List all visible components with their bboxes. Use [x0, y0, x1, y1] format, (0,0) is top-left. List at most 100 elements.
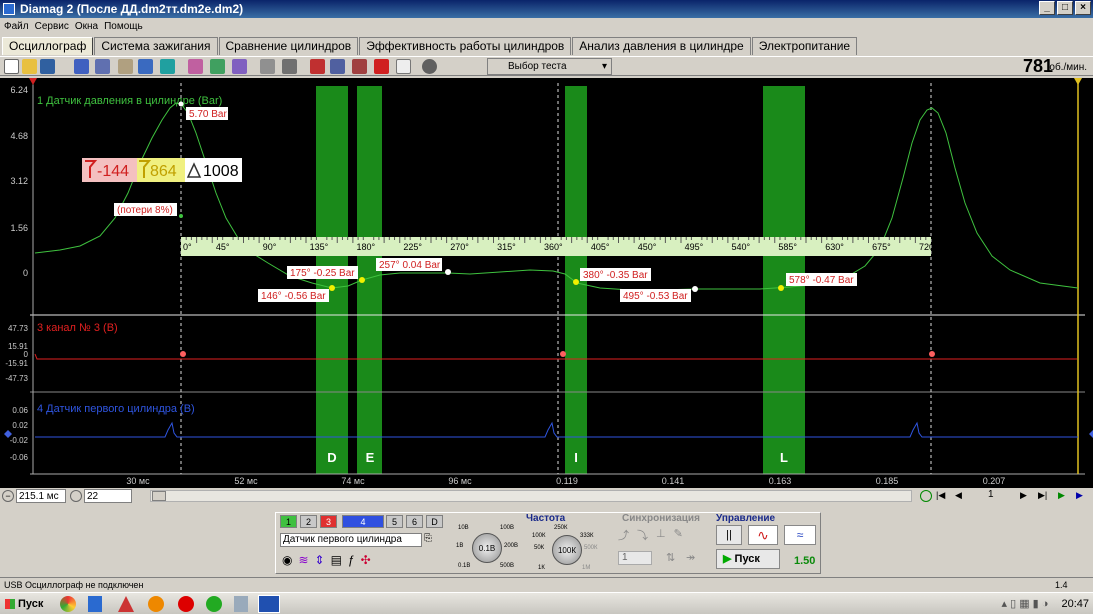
zoom-in-icon[interactable]: [920, 490, 932, 502]
play-icon[interactable]: ▶: [1058, 490, 1065, 501]
point-257[interactable]: [445, 269, 451, 275]
record-icon[interactable]: [70, 490, 82, 502]
sync-shift-icon[interactable]: ↠: [686, 551, 695, 564]
wave-icon[interactable]: [232, 59, 247, 74]
multi-wave-button[interactable]: ≈: [784, 525, 816, 545]
close-button[interactable]: ×: [1075, 1, 1091, 15]
sensor-settings-icon[interactable]: ⎘: [424, 533, 432, 544]
channel-button-5[interactable]: 5: [386, 515, 403, 528]
next-page-icon[interactable]: ▶: [1020, 490, 1027, 501]
scope-plot[interactable]: 6.24 4.68 3.12 1.56 0 47.73 15.91 0 -15.…: [0, 78, 1093, 488]
diamag-task-icon[interactable]: [258, 595, 280, 613]
chrome-icon[interactable]: [60, 596, 76, 612]
ch4-right-offset-icon[interactable]: [1089, 430, 1093, 438]
tab-oscilloscope[interactable]: Осциллограф: [2, 37, 94, 55]
auto-icon[interactable]: [422, 59, 437, 74]
app-icon-file[interactable]: [234, 596, 248, 612]
channel-button-2[interactable]: 2: [300, 515, 317, 528]
app-icon-green[interactable]: [206, 596, 222, 612]
app-icon-blue[interactable]: [88, 596, 102, 612]
app-icon-red[interactable]: [118, 596, 134, 612]
point-label: 146° -0.56 Bar: [261, 291, 326, 302]
function-icon[interactable]: ƒ: [348, 553, 355, 567]
first-page-icon[interactable]: |◀: [936, 490, 945, 501]
tab-cylinder-efficiency[interactable]: Эффективность работы цилиндров: [359, 37, 572, 55]
save-icon[interactable]: [40, 59, 55, 74]
pause-button[interactable]: ||: [716, 525, 742, 545]
grid-icon[interactable]: ▤: [331, 553, 342, 567]
phase-letter: L: [780, 450, 788, 465]
trigger-marker-icon[interactable]: [1074, 78, 1082, 85]
open-folder-icon[interactable]: [22, 59, 37, 74]
point-380[interactable]: [573, 279, 579, 285]
sync-channel-select[interactable]: 1: [618, 551, 652, 565]
timebase-select[interactable]: 215.1 мс: [16, 489, 66, 503]
time-scrollbar-thumb[interactable]: [152, 491, 166, 501]
sync-auto-icon[interactable]: ✎: [674, 527, 683, 543]
opera-icon[interactable]: [178, 596, 194, 612]
invert-icon[interactable]: ≋: [298, 553, 308, 567]
point-175[interactable]: [359, 277, 365, 283]
prev-page-icon[interactable]: ◀: [955, 490, 962, 501]
point-146[interactable]: [329, 285, 335, 291]
table-icon[interactable]: [330, 59, 345, 74]
voltage-dial[interactable]: 0.1В: [472, 533, 502, 563]
last-page-icon[interactable]: ▶|: [1038, 490, 1047, 501]
sensor-select[interactable]: Датчик первого цилиндра: [280, 533, 422, 547]
new-file-icon[interactable]: [4, 59, 19, 74]
trigger-icon[interactable]: [310, 59, 325, 74]
cursor-icon[interactable]: [188, 59, 203, 74]
start-button[interactable]: ▶ Пуск: [716, 549, 780, 569]
channel-button-3[interactable]: 3: [320, 515, 337, 528]
point-578[interactable]: [778, 285, 784, 291]
magnifier-icon[interactable]: [138, 59, 153, 74]
tab-ignition[interactable]: Система зажигания: [94, 37, 218, 55]
point-495[interactable]: [692, 286, 698, 292]
tab-cylinder-compare[interactable]: Сравнение цилиндров: [218, 37, 359, 55]
firefox-icon[interactable]: [148, 596, 164, 612]
test-selector[interactable]: Выбор теста ▾: [487, 58, 612, 75]
channel-button-6[interactable]: 6: [406, 515, 423, 528]
math-icon[interactable]: ✣: [361, 553, 371, 567]
zoom-out-icon[interactable]: −: [2, 490, 14, 502]
channel-button-4[interactable]: 4: [342, 515, 384, 528]
filter-icon[interactable]: [160, 59, 175, 74]
zoom-vertical-icon[interactable]: [74, 59, 89, 74]
sync-fall-icon[interactable]: ⤵: [637, 527, 648, 543]
frequency-dial[interactable]: 100К: [552, 535, 582, 565]
forward-icon[interactable]: ▶: [1076, 490, 1083, 501]
zero-icon[interactable]: [282, 59, 297, 74]
channel-button-d[interactable]: D: [426, 515, 443, 528]
overlay-icon[interactable]: [210, 59, 225, 74]
start-button-taskbar[interactable]: Пуск: [2, 595, 48, 613]
menu-service[interactable]: Сервис: [35, 18, 69, 36]
tab-power[interactable]: Электропитание: [751, 37, 858, 55]
split-icon[interactable]: [352, 59, 367, 74]
oscilloscope-area[interactable]: 6.24 4.68 3.12 1.56 0 47.73 15.91 0 -15.…: [0, 78, 1093, 488]
sync-slope-icon[interactable]: ⇅: [666, 551, 675, 564]
fit-icon[interactable]: [95, 59, 110, 74]
tab-pressure-analysis[interactable]: Анализ давления в цилиндре: [572, 37, 751, 55]
ch3-ytick: 0: [24, 350, 29, 359]
start-marker-icon[interactable]: [29, 78, 37, 85]
marker-icon[interactable]: [260, 59, 275, 74]
rpm-unit: об./мин.: [1049, 62, 1087, 73]
time-scrollbar-track[interactable]: [150, 490, 912, 502]
hand-tool-icon[interactable]: [118, 59, 133, 74]
channel-button-1[interactable]: 1: [280, 515, 297, 528]
sine-mode-button[interactable]: ∿: [748, 525, 778, 545]
menu-windows[interactable]: Окна: [75, 18, 98, 36]
sync-rise-icon[interactable]: ⤴: [618, 527, 629, 543]
offset-icon[interactable]: ⇕: [315, 553, 325, 567]
minimize-button[interactable]: _: [1039, 1, 1055, 15]
start-label: Пуск: [18, 598, 44, 610]
page-icon[interactable]: [396, 59, 411, 74]
menu-file[interactable]: Файл: [4, 18, 29, 36]
eye-icon[interactable]: ◉: [282, 553, 292, 567]
flag-icon[interactable]: [374, 59, 389, 74]
menu-help[interactable]: Помощь: [104, 18, 143, 36]
count-select[interactable]: 22: [84, 489, 132, 503]
sync-level-icon[interactable]: ⊥: [656, 527, 666, 543]
angle-tick: 225°: [403, 242, 422, 252]
maximize-button[interactable]: □: [1057, 1, 1073, 15]
